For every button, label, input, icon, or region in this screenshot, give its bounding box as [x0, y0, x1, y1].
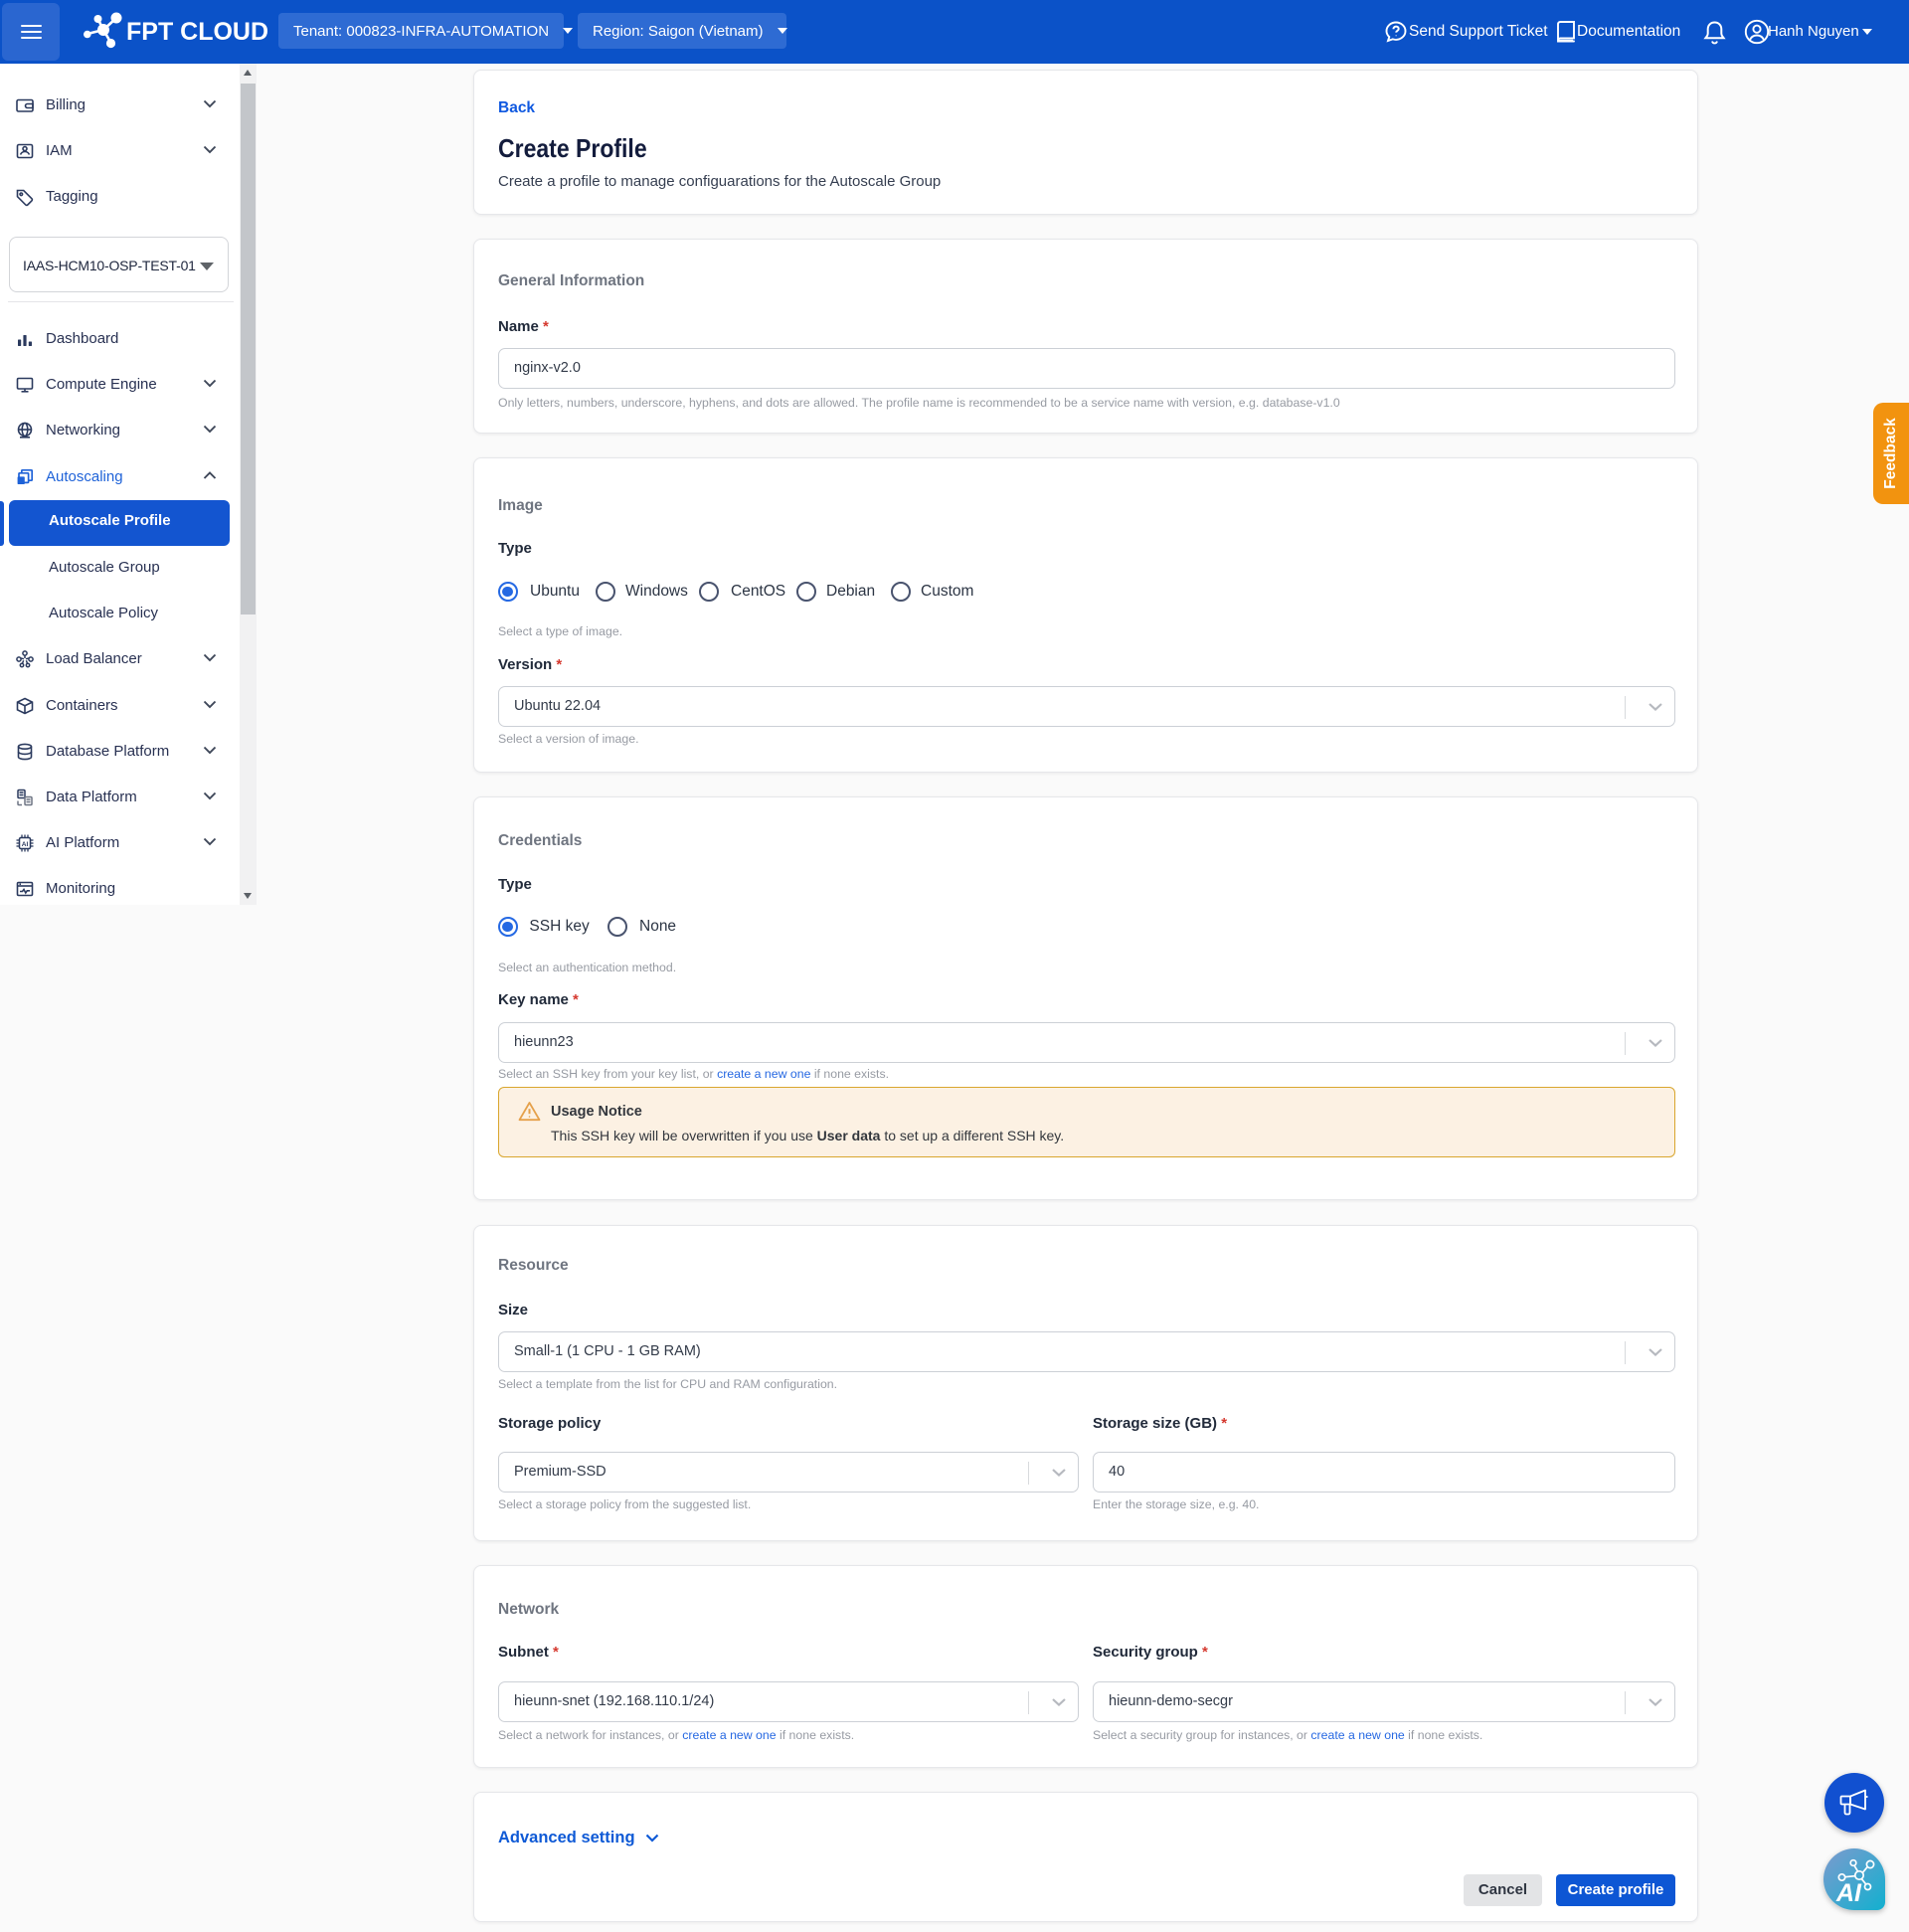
svg-text:AI: AI: [1835, 1879, 1862, 1904]
svg-text:AI: AI: [22, 841, 29, 848]
